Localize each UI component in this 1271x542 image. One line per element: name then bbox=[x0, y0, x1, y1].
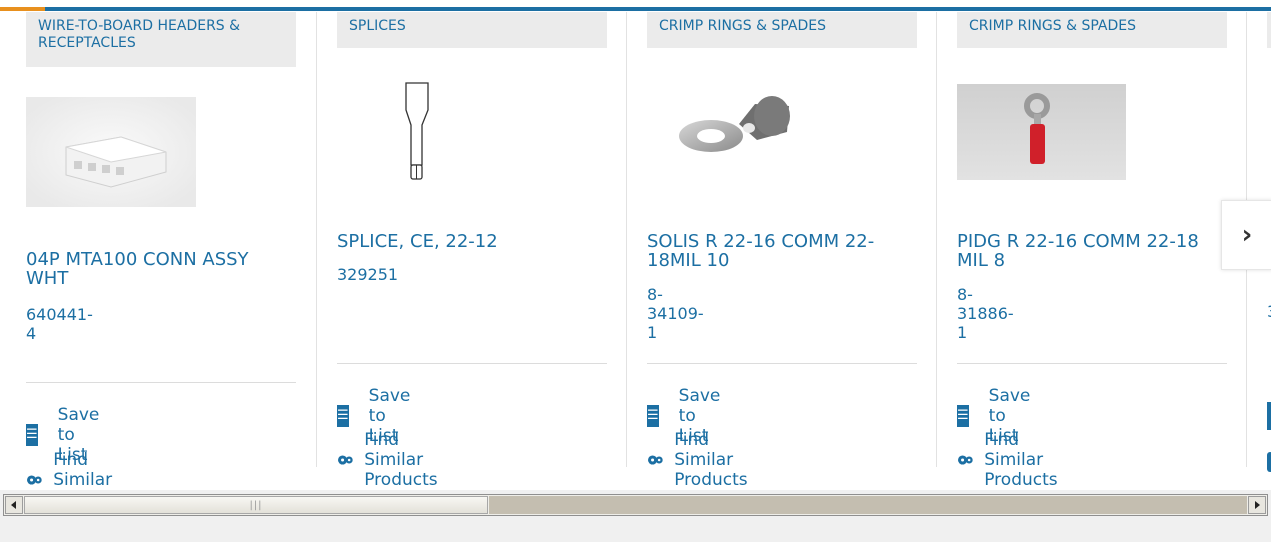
scrollbar-track[interactable] bbox=[489, 496, 1247, 514]
card-divider bbox=[626, 12, 627, 467]
find-similar-label: Find Similar Products bbox=[674, 430, 748, 490]
category-label[interactable]: WIRE-TO-BOARD HEADERS & RECEPTACLES bbox=[26, 12, 296, 67]
checklist-icon: ☰ bbox=[26, 424, 38, 446]
product-title-link[interactable]: SPLICE, CE, 22-12 bbox=[337, 232, 607, 251]
find-similar-label: Find Similar Products bbox=[53, 450, 113, 490]
gears-icon bbox=[338, 455, 353, 465]
arrow-right-icon bbox=[1255, 501, 1260, 509]
category-label[interactable]: CRIMP RINGS & SPADES bbox=[957, 12, 1227, 48]
checklist-icon[interactable] bbox=[1267, 402, 1271, 430]
find-similar-button[interactable]: Find Similar Products bbox=[957, 430, 1074, 490]
accent-blue bbox=[0, 7, 1271, 11]
part-number[interactable]: 3 bbox=[1267, 302, 1271, 321]
find-similar-button[interactable]: Find Similar Products bbox=[26, 450, 143, 490]
divider bbox=[647, 363, 917, 364]
accent-orange bbox=[0, 7, 45, 11]
gears-icon bbox=[648, 455, 663, 465]
find-similar-label: Find Similar Products bbox=[364, 430, 438, 490]
product-image-insulated-ring[interactable] bbox=[957, 84, 1126, 180]
scroll-right-button[interactable] bbox=[1248, 496, 1266, 514]
product-title-link[interactable]: PIDG R 22-16 COMM 22-18 MIL 8 bbox=[957, 232, 1227, 270]
product-title-link[interactable]: SOLIS R 22-16 COMM 22-18MIL 10 bbox=[647, 232, 917, 270]
product-title-link[interactable]: 04P MTA100 CONN ASSY WHT bbox=[26, 250, 296, 288]
gears-icon bbox=[958, 455, 973, 465]
gears-icon bbox=[27, 475, 42, 485]
part-number[interactable]: 329251 bbox=[337, 265, 398, 284]
product-carousel: WIRE-TO-BOARD HEADERS & RECEPTACLES 04P … bbox=[0, 12, 1271, 490]
chevron-right-icon: › bbox=[1241, 220, 1253, 250]
checklist-icon: ☰ bbox=[957, 405, 969, 427]
grip-icon: ||| bbox=[249, 499, 263, 511]
divider bbox=[957, 363, 1227, 364]
find-similar-label: Find Similar Products bbox=[984, 430, 1058, 490]
arrow-left-icon bbox=[11, 501, 16, 509]
divider bbox=[26, 382, 296, 383]
checklist-icon: ☰ bbox=[337, 405, 349, 427]
part-number[interactable]: 8-34109-1 bbox=[647, 285, 704, 342]
scrollbar-thumb[interactable]: ||| bbox=[24, 496, 488, 514]
gears-icon[interactable] bbox=[1267, 452, 1271, 472]
part-number[interactable]: 8-31886-1 bbox=[957, 285, 1014, 342]
product-image-splice[interactable] bbox=[397, 80, 437, 184]
checklist-icon: ☰ bbox=[647, 405, 659, 427]
horizontal-scrollbar[interactable]: ||| bbox=[3, 494, 1268, 516]
scroll-left-button[interactable] bbox=[5, 496, 23, 514]
category-label[interactable] bbox=[1267, 12, 1271, 48]
card-divider bbox=[316, 12, 317, 467]
top-accent-bar bbox=[0, 0, 1271, 12]
product-image-ring-terminal[interactable] bbox=[677, 84, 807, 174]
category-label[interactable]: SPLICES bbox=[337, 12, 607, 48]
find-similar-button[interactable]: Find Similar Products bbox=[647, 430, 764, 490]
category-label[interactable]: CRIMP RINGS & SPADES bbox=[647, 12, 917, 48]
part-number[interactable]: 640441-4 bbox=[26, 305, 93, 343]
find-similar-button[interactable]: Find Similar Products bbox=[337, 430, 454, 490]
card-divider bbox=[936, 12, 937, 467]
carousel-next-button[interactable]: › bbox=[1221, 200, 1271, 270]
product-image-connector[interactable] bbox=[26, 97, 196, 207]
divider bbox=[337, 363, 607, 364]
